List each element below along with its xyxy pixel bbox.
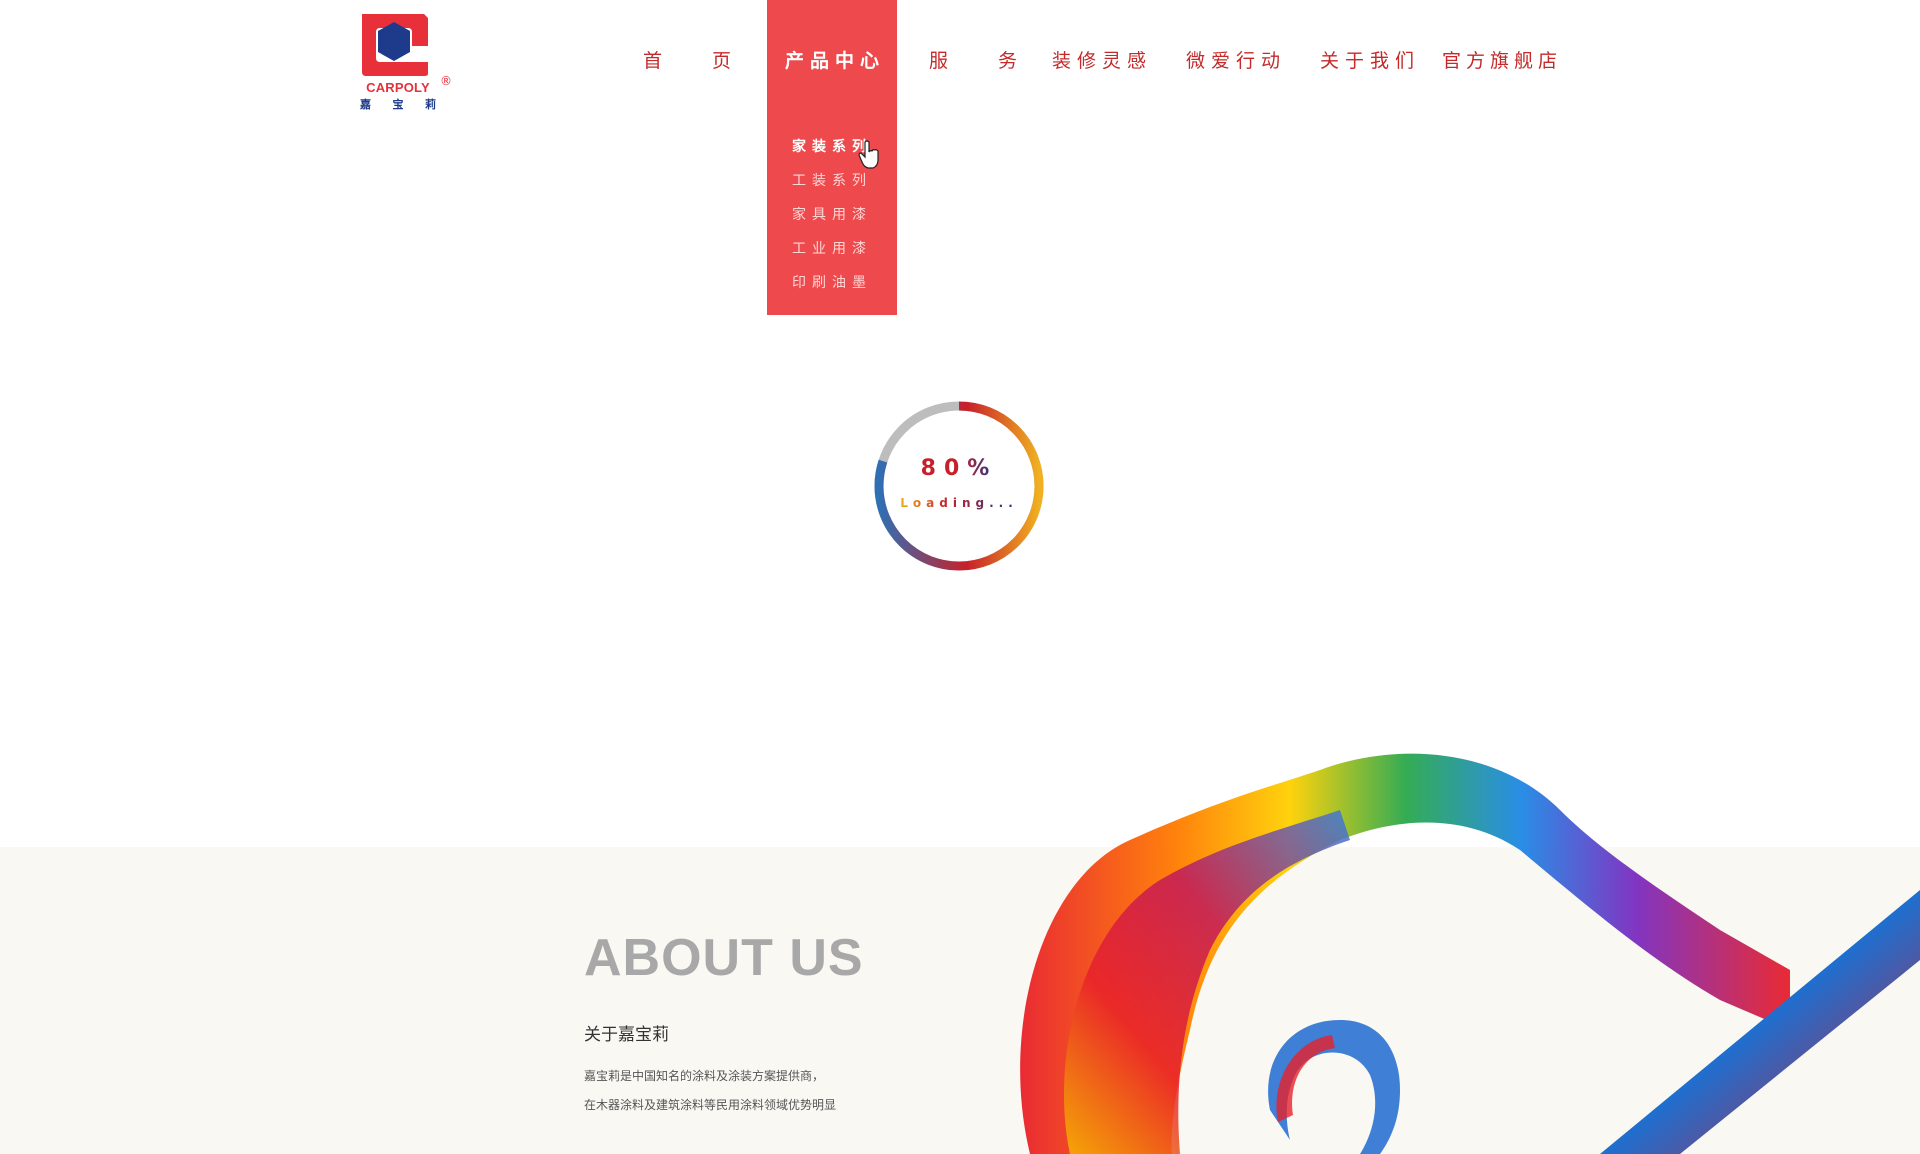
nav-official-store[interactable]: 官方旗舰店: [1442, 46, 1562, 73]
dropdown-item-printing-ink[interactable]: 印刷油墨: [767, 272, 897, 292]
nav-love-action[interactable]: 微爱行动: [1186, 46, 1286, 73]
about-subtitle: 关于嘉宝莉: [584, 1025, 669, 1045]
dropdown-item-furniture-paint[interactable]: 家具用漆: [767, 204, 897, 224]
about-description-line-2: 在木器涂料及建筑涂料等民用涂料领域优势明显: [584, 1098, 837, 1112]
nav-service[interactable]: 服 务: [929, 46, 1039, 73]
loading-status-text: Loading...: [900, 496, 1018, 510]
dropdown-item-commercial-series[interactable]: 工装系列: [767, 170, 897, 190]
about-description-line-1: 嘉宝莉是中国知名的涂料及涂装方案提供商，: [584, 1069, 825, 1083]
nav-product-center[interactable]: 产品中心: [785, 46, 885, 73]
carpoly-logo[interactable]: CARPOLY ® 嘉 宝 莉: [358, 12, 452, 112]
loading-percent: 80%: [920, 456, 998, 481]
logo-emblem-icon: [362, 14, 428, 76]
hand-cursor-icon: [858, 140, 879, 169]
nav-decoration-inspiration[interactable]: 装修灵感: [1052, 46, 1152, 73]
dropdown-item-industrial-paint[interactable]: 工业用漆: [767, 238, 897, 258]
logo-registered-mark: ®: [440, 74, 452, 88]
logo-chinese-name: 嘉 宝 莉: [360, 98, 436, 111]
logo-wordmark: CARPOLY: [366, 80, 430, 95]
loading-progress-ring: [874, 401, 1044, 571]
nav-home[interactable]: 首 页: [643, 46, 753, 73]
about-title: ABOUT US: [584, 929, 864, 987]
nav-about-us[interactable]: 关于我们: [1320, 46, 1420, 73]
paint-swirl-image: [1020, 753, 1920, 1154]
